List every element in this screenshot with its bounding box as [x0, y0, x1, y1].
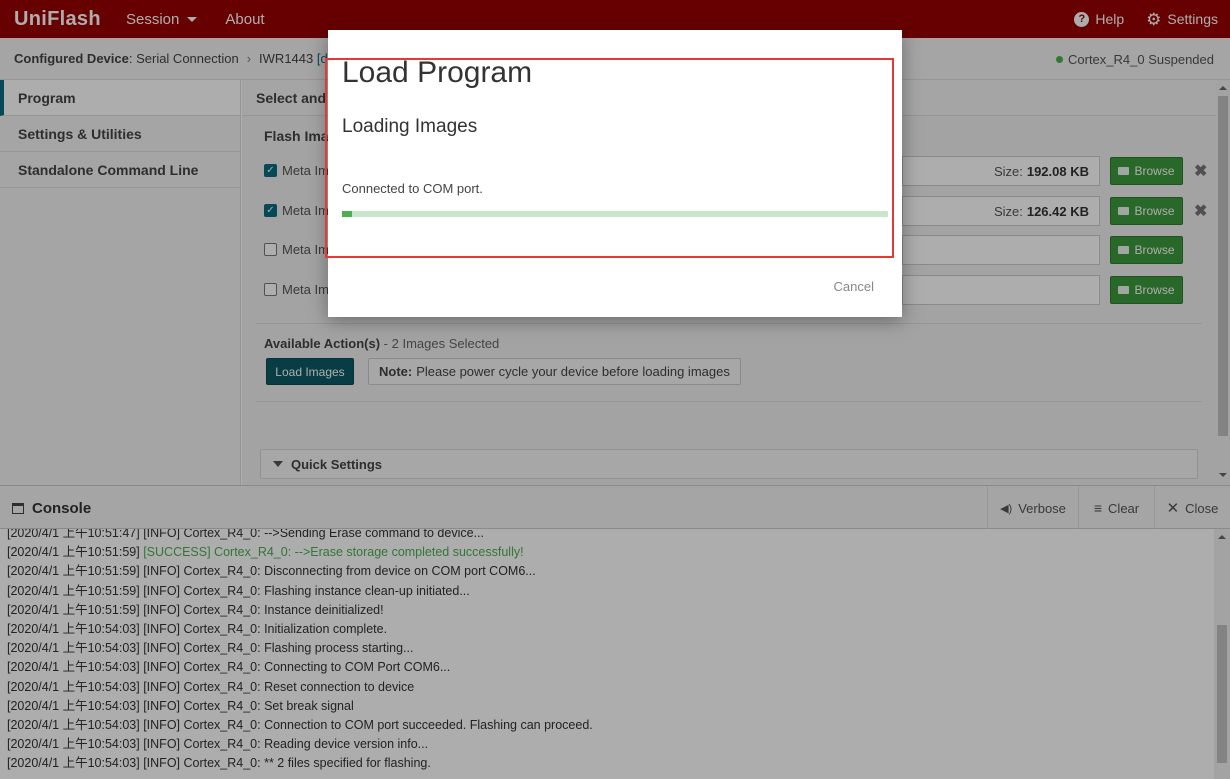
annotation-highlight-box: [325, 58, 894, 258]
cancel-button[interactable]: Cancel: [834, 279, 874, 294]
